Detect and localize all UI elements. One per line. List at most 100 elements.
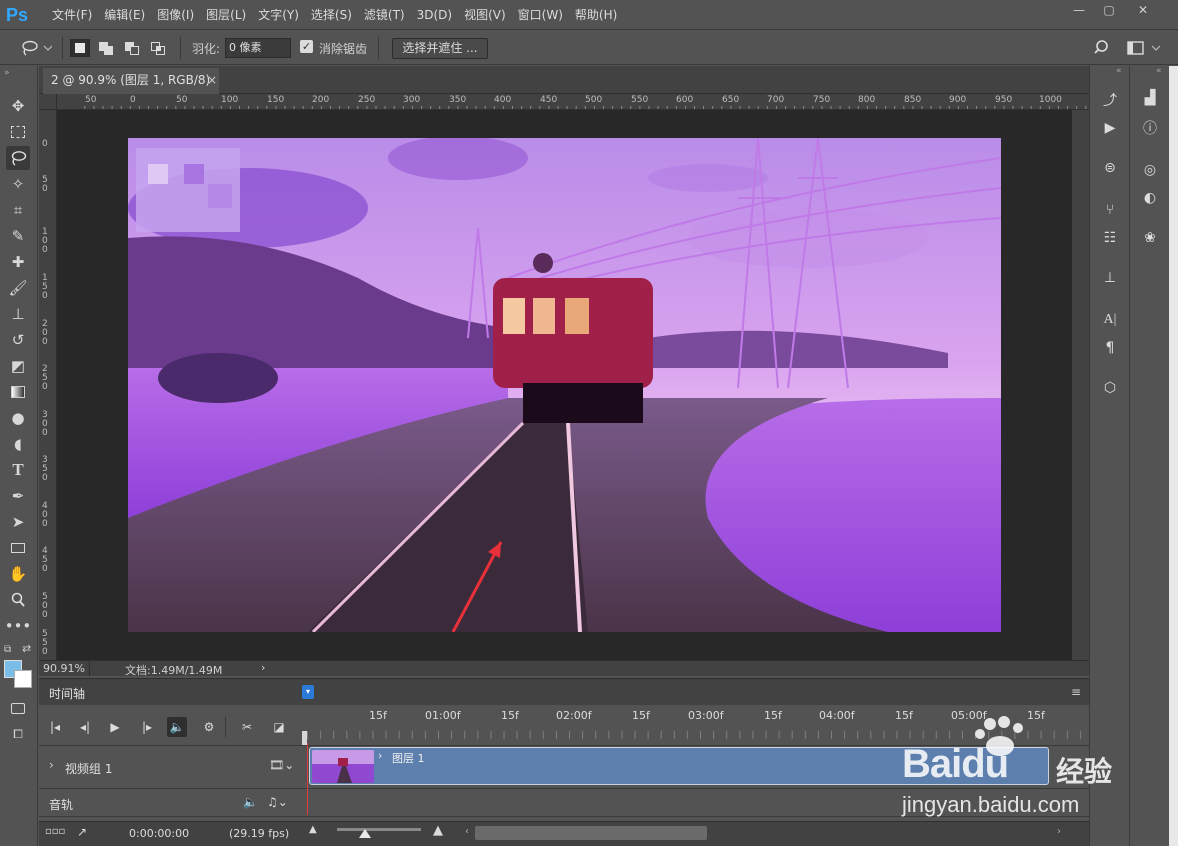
antialias-checkbox[interactable]: ✓ — [300, 40, 313, 53]
menu-view[interactable]: 视图(V) — [458, 0, 512, 30]
zoom-tool-icon[interactable] — [6, 588, 30, 612]
ruler-origin[interactable] — [39, 94, 57, 110]
new-selection-button[interactable] — [70, 39, 90, 57]
canvas-vertical-scrollbar[interactable] — [1072, 110, 1089, 660]
menu-select[interactable]: 选择(S) — [305, 0, 358, 30]
menu-file[interactable]: 文件(F) — [46, 0, 98, 30]
film-strip-icon[interactable]: 🎞⌄ — [269, 758, 294, 772]
brush-tool-icon[interactable]: 🖌 — [6, 276, 30, 300]
history-brush-tool-icon[interactable]: ↺ — [6, 328, 30, 352]
panel-collapse-icon[interactable]: « — [1116, 66, 1122, 76]
timeline-title[interactable]: 时间轴 — [49, 685, 85, 702]
menu-layer[interactable]: 图层(L) — [200, 0, 252, 30]
search-icon[interactable] — [1094, 39, 1112, 57]
render-video-icon[interactable]: ↗ — [77, 825, 87, 839]
layers-panel-icon[interactable]: ◎ — [1140, 160, 1160, 180]
panel-collapse-icon[interactable]: » — [4, 68, 10, 78]
next-frame-icon[interactable]: |▸ — [137, 717, 157, 737]
actions-panel-icon[interactable]: ▶ — [1100, 118, 1120, 138]
audio-mute-icon[interactable]: 🔈 — [243, 795, 258, 809]
vertical-ruler[interactable]: 0 5 0 1 0 0 1 5 0 2 0 0 2 5 0 3 0 0 3 5 … — [39, 110, 57, 660]
zoom-in-icon[interactable]: ▲ — [433, 823, 443, 838]
lasso-tool-icon[interactable] — [6, 146, 30, 170]
status-expand-icon[interactable]: › — [261, 661, 265, 674]
menu-image[interactable]: 图像(I) — [151, 0, 200, 30]
subtract-selection-button[interactable] — [122, 39, 142, 57]
path-selection-tool-icon[interactable]: ➤ — [6, 510, 30, 534]
canvas-area[interactable] — [57, 110, 1072, 660]
frame-mode-icon[interactable]: ▫▫▫ — [45, 826, 65, 837]
lasso-tool-preset-icon[interactable] — [20, 39, 52, 57]
timeline-horizontal-scrollbar[interactable] — [475, 826, 707, 840]
panel-collapse-icon[interactable]: « — [1156, 66, 1162, 76]
maximize-button[interactable]: ▢ — [1094, 0, 1124, 20]
timeline-zoom-thumb[interactable] — [359, 829, 371, 838]
panel-menu-icon[interactable]: ≡ — [1071, 685, 1083, 699]
play-icon[interactable]: ▶ — [105, 717, 125, 737]
crop-tool-icon[interactable]: ⌗ — [6, 198, 30, 222]
healing-brush-tool-icon[interactable]: ✚ — [6, 250, 30, 274]
settings-gear-icon[interactable]: ⚙ — [199, 717, 219, 737]
clone-stamp-tool-icon[interactable]: ⊥ — [6, 302, 30, 326]
info-panel-icon[interactable]: ⓘ — [1140, 118, 1160, 138]
quick-mask-icon[interactable] — [6, 696, 30, 720]
3d-panel-icon[interactable]: ⬡ — [1100, 378, 1120, 398]
intersect-selection-button[interactable] — [148, 39, 168, 57]
character-panel-icon[interactable]: A| — [1100, 310, 1120, 330]
feather-input[interactable]: 0 像素 — [225, 38, 291, 58]
music-note-icon[interactable]: ♫⌄ — [267, 795, 288, 809]
expand-chevron-icon[interactable]: › — [49, 758, 54, 772]
clone-source-panel-icon[interactable]: ⊥ — [1100, 268, 1120, 288]
select-and-mask-button[interactable]: 选择并遮住 ... — [392, 38, 488, 59]
menu-type[interactable]: 文字(Y) — [252, 0, 305, 30]
adjustments-panel-icon[interactable]: ☷ — [1100, 228, 1120, 248]
eyedropper-tool-icon[interactable]: ✎ — [6, 224, 30, 248]
history-panel-icon[interactable]: ⤴ — [1100, 90, 1120, 110]
add-selection-button[interactable] — [96, 39, 116, 57]
clip-expand-chevron-icon[interactable]: › — [378, 749, 382, 762]
document-image[interactable] — [128, 138, 1001, 632]
swap-colors-icon[interactable]: ⇄ — [22, 642, 31, 655]
rectangle-tool-icon[interactable] — [6, 536, 30, 560]
timeline-zoom-slider[interactable] — [337, 828, 421, 831]
zoom-out-icon[interactable]: ▲ — [309, 824, 317, 835]
document-tab[interactable]: 2 @ 90.9% (图层 1, RGB/8) × — [43, 68, 219, 94]
menu-filter[interactable]: 滤镜(T) — [358, 0, 411, 30]
document-tab-close-icon[interactable]: × — [207, 68, 217, 92]
type-tool-icon[interactable]: T — [6, 458, 30, 482]
more-tools-icon[interactable]: ••• — [5, 614, 32, 638]
magic-wand-tool-icon[interactable]: ✧ — [6, 172, 30, 196]
hand-tool-icon[interactable]: ✋ — [6, 562, 30, 586]
blur-tool-icon[interactable]: ● — [6, 406, 30, 430]
channels-panel-icon[interactable]: ❀ — [1140, 228, 1160, 248]
menu-window[interactable]: 窗口(W) — [512, 0, 569, 30]
gradient-tool-icon[interactable] — [6, 380, 30, 404]
transition-icon[interactable]: ◪ — [269, 717, 289, 737]
menu-3d[interactable]: 3D(D) — [411, 0, 458, 30]
pen-tool-icon[interactable]: ✒ — [6, 484, 30, 508]
scroll-left-icon[interactable]: ‹ — [465, 826, 469, 837]
playhead-handle[interactable]: ▾ — [302, 685, 314, 699]
audio-toggle-icon[interactable]: 🔈 — [167, 717, 187, 737]
close-button[interactable]: ✕ — [1128, 0, 1158, 20]
background-color-swatch[interactable] — [14, 670, 32, 688]
default-colors-icon[interactable]: ⧉ — [4, 644, 11, 655]
brushes-panel-icon[interactable]: ⑂ — [1100, 200, 1120, 220]
move-tool-icon[interactable]: ✥ — [6, 94, 30, 118]
histogram-panel-icon[interactable]: ▟ — [1140, 88, 1160, 108]
workspace-switcher-icon[interactable] — [1126, 39, 1164, 57]
menu-edit[interactable]: 编辑(E) — [98, 0, 151, 30]
layer-comps-panel-icon[interactable]: ⊜ — [1100, 158, 1120, 178]
previous-frame-icon[interactable]: ◂| — [75, 717, 95, 737]
minimize-button[interactable]: — — [1064, 0, 1094, 20]
split-scissors-icon[interactable]: ✂ — [237, 717, 257, 737]
properties-panel-icon[interactable]: ◐ — [1140, 188, 1160, 208]
horizontal-ruler[interactable]: 50 0 50 100 150 200 250 300 350 400 450 … — [57, 94, 1089, 110]
menu-help[interactable]: 帮助(H) — [569, 0, 623, 30]
dodge-tool-icon[interactable]: ◖ — [6, 432, 30, 456]
marquee-tool-icon[interactable] — [6, 120, 30, 144]
eraser-tool-icon[interactable]: ◩ — [6, 354, 30, 378]
go-to-first-frame-icon[interactable]: |◂ — [45, 717, 65, 737]
paragraph-panel-icon[interactable]: ¶ — [1100, 338, 1120, 358]
screen-mode-icon[interactable]: ⧠ — [6, 722, 30, 746]
